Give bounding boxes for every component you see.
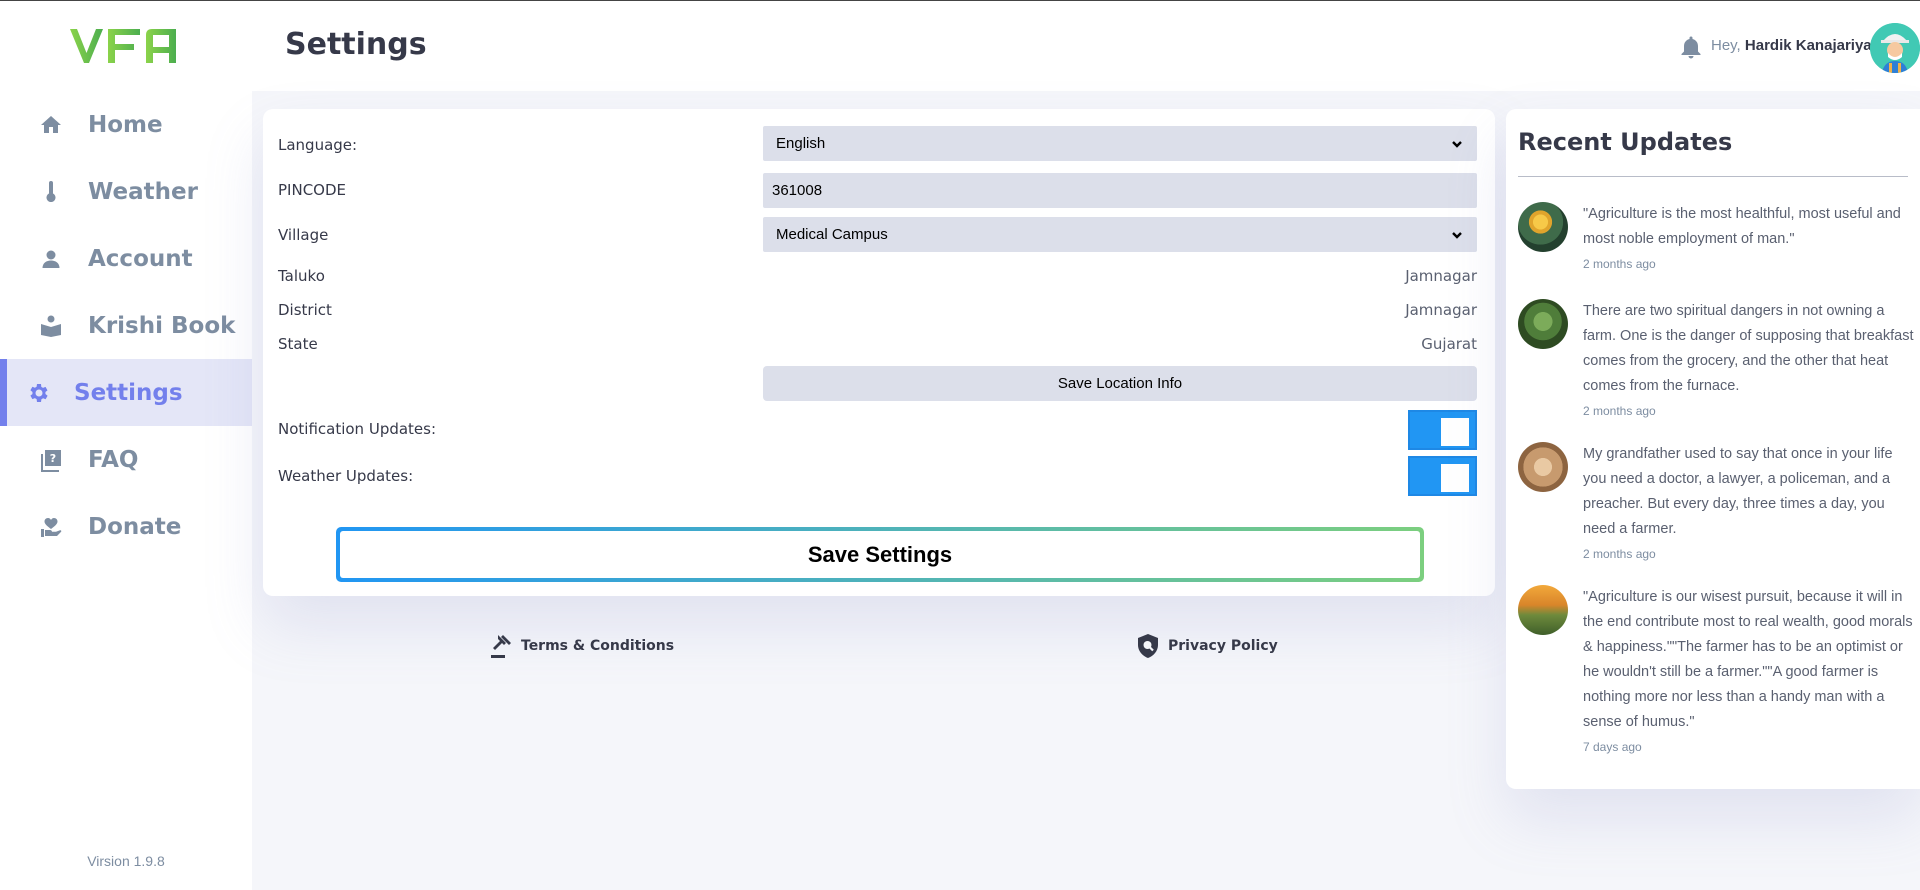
chevron-down-icon (1450, 228, 1464, 242)
sidebar-item-label: Weather (88, 178, 198, 205)
weather-updates-label: Weather Updates: (278, 467, 414, 485)
village-select[interactable]: Medical Campus (763, 217, 1477, 252)
toggle-knob (1441, 464, 1469, 492)
divider (1518, 176, 1908, 177)
chevron-down-icon (1450, 137, 1464, 151)
update-image (1518, 202, 1568, 252)
sidebar-item-label: Home (88, 111, 163, 138)
app-version: Virsion 1.9.8 (87, 853, 165, 869)
sidebar-item-faq[interactable]: ? FAQ (0, 426, 252, 493)
terms-label: Terms & Conditions (521, 638, 675, 654)
state-value: Gujarat (1421, 335, 1477, 353)
terms-link[interactable]: Terms & Conditions (489, 633, 674, 659)
toggle-knob (1441, 418, 1469, 446)
privacy-label: Privacy Policy (1168, 638, 1278, 654)
sidebar-item-donate[interactable]: Donate (0, 493, 252, 560)
update-image (1518, 442, 1568, 492)
page-title: Settings (285, 27, 427, 62)
weather-updates-toggle[interactable] (1408, 456, 1477, 496)
save-settings-button[interactable]: Save Settings (336, 527, 1424, 582)
recent-updates-panel: Recent Updates "Agriculture is the most … (1506, 109, 1920, 789)
update-text: "Agriculture is our wisest pursuit, beca… (1583, 589, 1913, 730)
pincode-input[interactable]: 361008 (763, 173, 1477, 208)
sidebar: Home Weather Account Krishi Book Setting… (0, 1, 252, 890)
pincode-label: PINCODE (278, 181, 346, 199)
donate-heart-icon (38, 514, 64, 540)
svg-text:?: ? (50, 452, 56, 465)
avatar[interactable] (1870, 23, 1920, 73)
sidebar-item-label: Donate (88, 513, 182, 540)
greeting-prefix: Hey, (1711, 37, 1741, 54)
gear-icon (26, 380, 52, 406)
sidebar-item-label: Settings (74, 379, 183, 406)
sidebar-item-label: Krishi Book (88, 312, 236, 339)
user-icon (38, 246, 64, 272)
notification-updates-label: Notification Updates: (278, 420, 437, 438)
bell-icon[interactable] (1680, 35, 1702, 59)
save-settings-label: Save Settings (340, 531, 1420, 578)
app-logo[interactable] (68, 25, 184, 67)
sidebar-item-weather[interactable]: Weather (0, 158, 252, 225)
update-time: 7 days ago (1583, 740, 1642, 754)
sidebar-item-account[interactable]: Account (0, 225, 252, 292)
update-time: 2 months ago (1583, 404, 1656, 418)
user-greeting: Hey, Hardik Kanajariya (1711, 37, 1872, 54)
sidebar-nav: Home Weather Account Krishi Book Setting… (0, 91, 252, 560)
update-image (1518, 299, 1568, 349)
user-name: Hardik Kanajariya (1744, 37, 1872, 54)
sidebar-item-home[interactable]: Home (0, 91, 252, 158)
language-label: Language: (278, 136, 358, 154)
update-time: 2 months ago (1583, 257, 1656, 271)
privacy-link[interactable]: Privacy Policy (1136, 633, 1278, 659)
village-select-value: Medical Campus (776, 226, 888, 243)
update-text: There are two spiritual dangers in not o… (1583, 303, 1914, 394)
update-image (1518, 585, 1568, 635)
village-label: Village (278, 226, 329, 244)
language-select[interactable]: English (763, 126, 1477, 161)
home-icon (38, 112, 64, 138)
save-location-button[interactable]: Save Location Info (763, 366, 1477, 401)
settings-card: Language: English PINCODE 361008 Village… (263, 109, 1495, 596)
book-reader-icon (38, 313, 64, 339)
update-time: 2 months ago (1583, 547, 1656, 561)
gavel-icon (491, 635, 511, 658)
update-text: "Agriculture is the most healthful, most… (1583, 206, 1901, 247)
update-text: My grandfather used to say that once in … (1583, 446, 1893, 537)
district-label: District (278, 301, 332, 319)
recent-updates-title: Recent Updates (1518, 128, 1733, 156)
sidebar-item-settings[interactable]: Settings (0, 359, 252, 426)
question-book-icon: ? (38, 447, 64, 473)
taluko-label: Taluko (278, 267, 325, 285)
pincode-input-value: 361008 (772, 182, 823, 199)
sidebar-item-label: Account (88, 245, 193, 272)
state-label: State (278, 335, 318, 353)
sidebar-item-label: FAQ (88, 446, 139, 473)
shield-search-icon (1138, 634, 1158, 658)
district-value: Jamnagar (1405, 301, 1477, 319)
language-select-value: English (776, 135, 826, 152)
notification-updates-toggle[interactable] (1408, 410, 1477, 450)
thermometer-icon (38, 179, 64, 205)
sidebar-item-krishi-book[interactable]: Krishi Book (0, 292, 252, 359)
taluko-value: Jamnagar (1405, 267, 1477, 285)
